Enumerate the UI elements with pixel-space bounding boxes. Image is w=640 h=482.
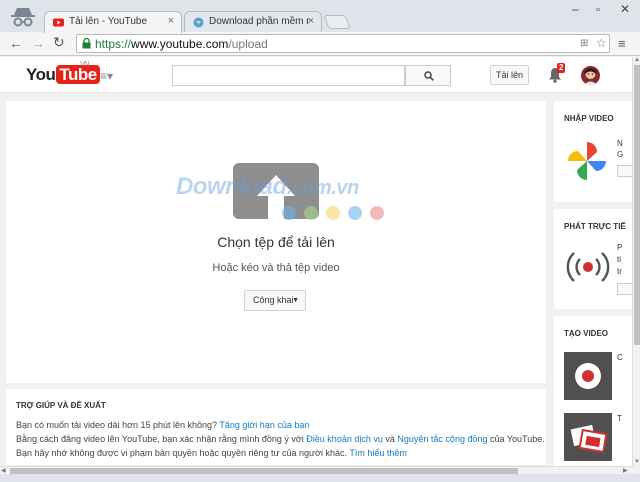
window-bottom-border bbox=[0, 474, 640, 482]
chevron-down-icon: ▼ bbox=[292, 297, 299, 304]
bookmark-star-icon[interactable]: ☆ bbox=[596, 36, 607, 50]
google-photos-icon[interactable] bbox=[564, 138, 610, 184]
live-button[interactable] bbox=[617, 283, 632, 295]
create-text: T bbox=[617, 414, 622, 423]
watermark-dot bbox=[370, 206, 384, 220]
sidebar-import-card: NHẬP VIDEO N G bbox=[554, 101, 632, 202]
upload-subtitle: Hoặc kéo và thả tệp video bbox=[212, 262, 340, 274]
forward-icon[interactable]: → bbox=[31, 35, 45, 51]
search-button[interactable] bbox=[405, 65, 451, 86]
close-window-icon[interactable]: ✕ bbox=[620, 2, 630, 16]
scroll-left-icon[interactable]: ◀ bbox=[1, 467, 6, 474]
create-title: TẠO VIDEO bbox=[564, 329, 609, 338]
help-title: TRỢ GIÚP VÀ ĐỀ XUẤT bbox=[16, 401, 106, 410]
vertical-scrollbar[interactable]: ▲ ▼ bbox=[632, 57, 640, 467]
watermark-dot bbox=[282, 206, 296, 220]
community-guidelines-link[interactable]: Nguyên tắc cộng đồng bbox=[397, 434, 487, 444]
logo-tube: Tube bbox=[56, 65, 100, 84]
sidebar-live-card: PHÁT TRỰC TIẾ P ti tr bbox=[554, 209, 632, 309]
lock-icon bbox=[82, 38, 91, 49]
increase-limit-link[interactable]: Tăng giới hạn của bạn bbox=[219, 420, 309, 430]
minimize-icon[interactable]: – bbox=[572, 2, 579, 16]
logo-you: You bbox=[26, 65, 56, 84]
youtube-favicon-icon bbox=[53, 18, 64, 27]
watermark-dot bbox=[348, 206, 362, 220]
search-icon bbox=[424, 71, 434, 81]
upload-button[interactable]: Tải lên bbox=[490, 65, 529, 85]
watermark-main: Download bbox=[176, 173, 287, 200]
import-text: N bbox=[617, 139, 623, 148]
tab-download[interactable]: Download phần mềm mi × bbox=[184, 11, 322, 33]
help-text: Bằng cách đăng video lên YouTube, bạn xá… bbox=[16, 434, 304, 444]
live-text: tr bbox=[617, 267, 622, 276]
download-favicon-icon bbox=[193, 17, 204, 28]
download-watermark: Download.com.vn bbox=[176, 173, 359, 201]
live-title: PHÁT TRỰC TIẾ bbox=[564, 222, 626, 231]
help-text: Bạn có muốn tải video dài hơn 15 phút lê… bbox=[16, 420, 218, 430]
learn-more-link[interactable]: Tìm hiểu thêm bbox=[349, 448, 407, 458]
upload-title: Chọn tệp để tải lên bbox=[217, 234, 335, 250]
translate-icon[interactable]: ⊞ bbox=[580, 38, 588, 49]
watermark-dot bbox=[326, 206, 340, 220]
tab-youtube-upload[interactable]: Tải lên - YouTube × bbox=[44, 11, 182, 33]
terms-of-service-link[interactable]: Điều khoản dịch vụ bbox=[306, 434, 383, 444]
tab-title: Download phần mềm mi bbox=[209, 16, 309, 27]
scroll-right-icon[interactable]: ▶ bbox=[623, 467, 628, 474]
browser-toolbar: ← → ↻ https://www.youtube.com/upload ⊞ ☆… bbox=[0, 32, 640, 56]
privacy-dropdown[interactable]: Công khai ▼ bbox=[244, 290, 306, 311]
url-path: /upload bbox=[228, 37, 268, 51]
browser-tab-strip: Tải lên - YouTube × Download phần mềm mi… bbox=[0, 0, 640, 33]
tab-close-icon[interactable]: × bbox=[308, 15, 314, 27]
import-text: G bbox=[617, 150, 624, 159]
tab-title: Tải lên - YouTube bbox=[69, 16, 148, 27]
help-text: Bạn hãy nhớ không được vi phạm bản quyền… bbox=[16, 448, 347, 458]
vertical-scroll-thumb[interactable] bbox=[634, 65, 640, 345]
search-input[interactable] bbox=[172, 65, 405, 86]
create-text: C bbox=[617, 353, 623, 362]
help-line-2: Bằng cách đăng video lên YouTube, bạn xá… bbox=[16, 432, 545, 446]
live-text: P bbox=[617, 243, 623, 252]
guide-menu-icon[interactable]: ≡▾ bbox=[100, 69, 113, 83]
help-panel: TRỢ GIÚP VÀ ĐỀ XUẤT Bạn có muốn tải vide… bbox=[6, 389, 546, 465]
maximize-icon[interactable]: ▫ bbox=[596, 4, 600, 16]
webcam-record-icon[interactable] bbox=[564, 352, 612, 400]
slideshow-icon[interactable] bbox=[564, 413, 612, 461]
help-text: của YouTube. bbox=[490, 434, 545, 444]
url-host: www.youtube.com bbox=[131, 37, 229, 51]
watermark-dots bbox=[282, 206, 392, 223]
horizontal-scrollbar[interactable]: ◀ ▶ bbox=[0, 466, 632, 474]
privacy-label: Công khai bbox=[253, 295, 294, 305]
avatar[interactable] bbox=[581, 66, 600, 85]
youtube-logo[interactable]: You Tube VN bbox=[26, 61, 100, 85]
logo-region: VN bbox=[80, 61, 89, 68]
help-line-1: Bạn có muốn tải video dài hơn 15 phút lê… bbox=[16, 418, 536, 432]
live-text: ti bbox=[617, 255, 621, 264]
scroll-down-icon[interactable]: ▼ bbox=[634, 459, 640, 465]
watermark-domain: .com.vn bbox=[286, 177, 360, 199]
url-scheme: https:// bbox=[95, 37, 132, 51]
scroll-up-icon[interactable]: ▲ bbox=[634, 57, 640, 63]
incognito-icon bbox=[11, 8, 35, 27]
import-button[interactable] bbox=[617, 165, 632, 177]
back-icon[interactable]: ← bbox=[9, 35, 23, 51]
import-title: NHẬP VIDEO bbox=[564, 114, 614, 123]
upload-panel[interactable]: Download.com.vn Chọn tệp để tải lên Hoặc… bbox=[6, 101, 546, 383]
sidebar-create-card: TẠO VIDEO C T bbox=[554, 316, 632, 466]
youtube-header: You Tube VN ≡▾ Tải lên 2 bbox=[0, 57, 632, 93]
help-text: và bbox=[385, 434, 395, 444]
menu-icon[interactable]: ≡ bbox=[618, 36, 626, 51]
help-line-3: Bạn hãy nhớ không được vi phạm bản quyền… bbox=[16, 446, 536, 460]
tab-close-icon[interactable]: × bbox=[168, 15, 174, 27]
url-text: https://www.youtube.com/upload bbox=[95, 37, 268, 51]
address-bar[interactable]: https://www.youtube.com/upload ⊞ ☆ bbox=[76, 34, 610, 53]
reload-icon[interactable]: ↻ bbox=[53, 34, 65, 51]
notification-count-badge: 2 bbox=[557, 63, 566, 73]
watermark-dot bbox=[304, 206, 318, 220]
new-tab-button[interactable] bbox=[323, 15, 351, 29]
live-broadcast-icon[interactable] bbox=[566, 249, 610, 285]
